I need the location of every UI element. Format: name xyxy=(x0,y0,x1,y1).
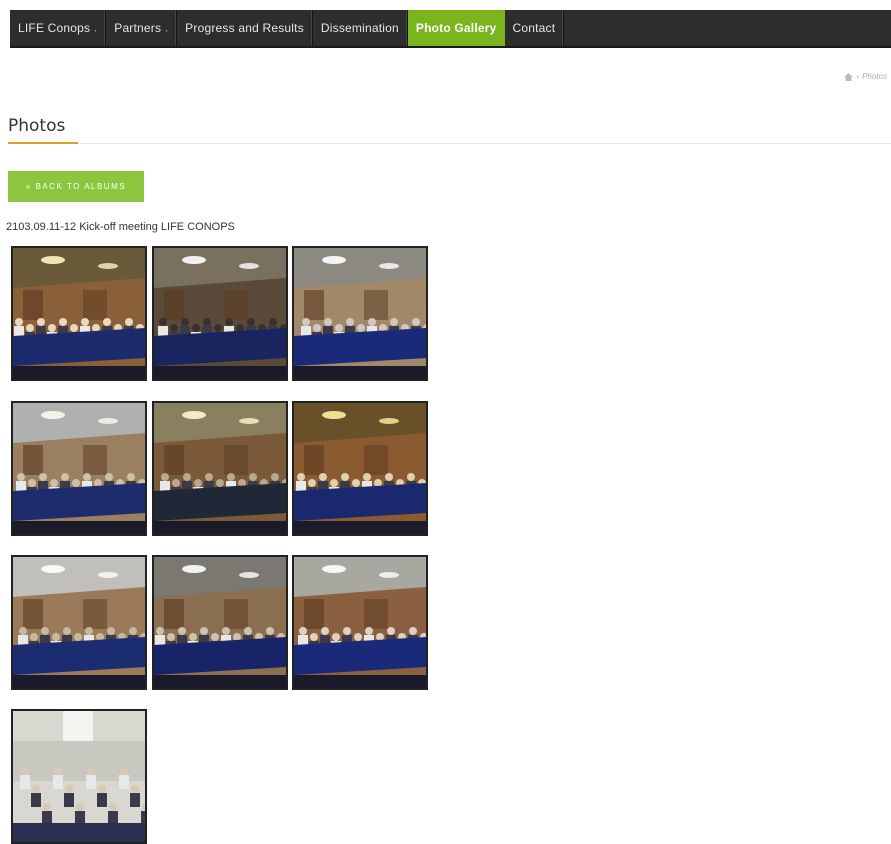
photo-thumbnail[interactable] xyxy=(152,555,288,690)
photo-thumbnail[interactable] xyxy=(292,401,428,536)
photo-thumbnail[interactable] xyxy=(11,401,147,536)
photo-image xyxy=(154,557,286,688)
photo-thumbnail[interactable] xyxy=(152,246,288,381)
photo-image xyxy=(154,248,286,379)
nav-item-progress-and-results[interactable]: Progress and Results xyxy=(177,10,313,46)
nav-item-contact[interactable]: Contact xyxy=(505,10,565,46)
title-divider xyxy=(8,143,891,144)
photo-image xyxy=(294,557,426,688)
photo-thumbnail[interactable] xyxy=(11,555,147,690)
photo-image xyxy=(294,403,426,534)
photo-image xyxy=(13,403,145,534)
photo-thumbnail[interactable] xyxy=(292,555,428,690)
photo-image xyxy=(13,557,145,688)
photo-thumbnail[interactable] xyxy=(292,246,428,381)
home-icon[interactable] xyxy=(844,72,854,81)
nav-item-dissemination[interactable]: Dissemination xyxy=(313,10,408,46)
dropdown-caret-icon: , xyxy=(94,22,98,34)
nav-item-life-conops[interactable]: LIFE Conops, xyxy=(10,10,107,46)
page-title: Photos xyxy=(8,116,66,136)
photo-image xyxy=(13,248,145,379)
dropdown-caret-icon: , xyxy=(165,22,169,34)
breadcrumb: › Photos xyxy=(844,72,887,81)
back-to-albums-button[interactable]: « BACK TO ALBUMS xyxy=(8,171,144,202)
nav-item-photo-gallery[interactable]: Photo Gallery xyxy=(407,10,505,46)
photo-thumbnail[interactable] xyxy=(152,401,288,536)
breadcrumb-current: Photos xyxy=(862,72,887,81)
photo-image xyxy=(294,248,426,379)
title-underline-accent xyxy=(8,142,78,144)
photo-thumbnail[interactable] xyxy=(11,709,147,844)
photo-thumbnail[interactable] xyxy=(11,246,147,381)
main-navigation: LIFE Conops, Partners, Progress and Resu… xyxy=(10,10,891,48)
album-title: 2103.09.11-12 Kick-off meeting LIFE CONO… xyxy=(6,221,235,233)
photo-gallery-grid xyxy=(11,246,431,844)
nav-item-partners[interactable]: Partners, xyxy=(106,10,178,46)
breadcrumb-separator: › xyxy=(856,72,860,81)
photo-image xyxy=(154,403,286,534)
photo-image xyxy=(13,711,145,842)
